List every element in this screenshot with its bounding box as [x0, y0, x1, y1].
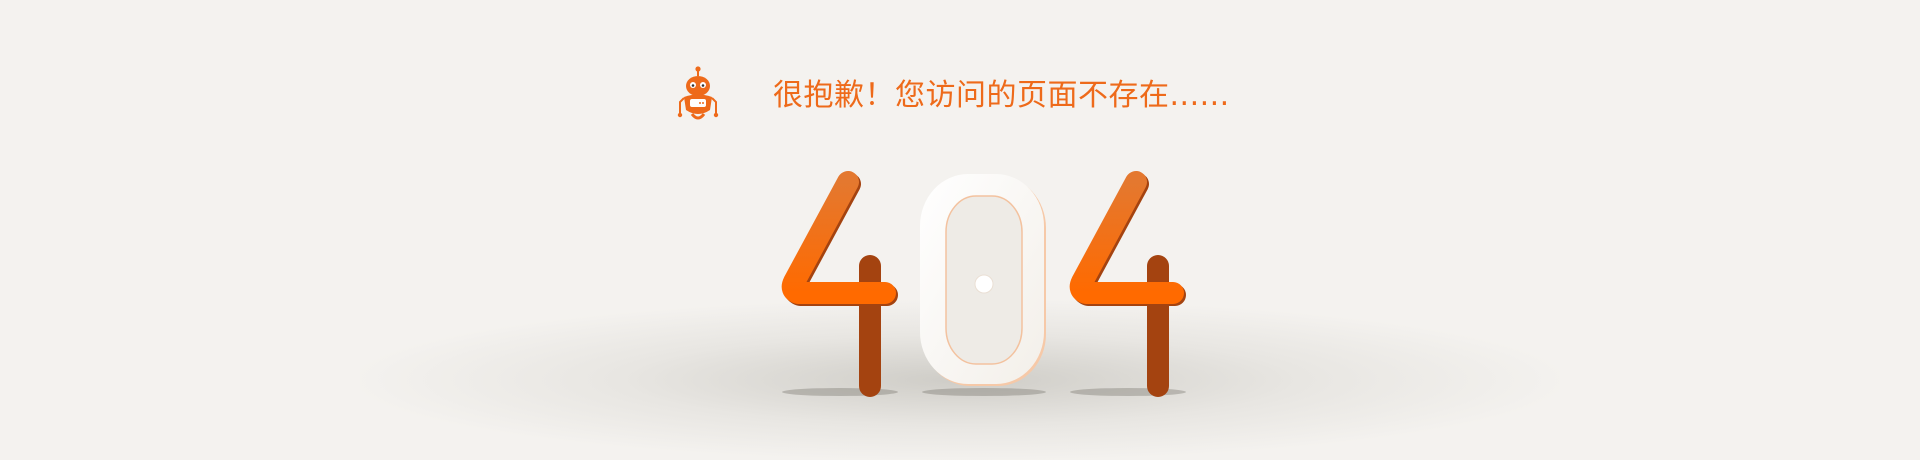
robot-icon [677, 66, 719, 120]
error-message-text: 很抱歉！您访问的页面不存在...... [773, 78, 1230, 113]
digit-four-right [1069, 171, 1186, 397]
error-code-404 [781, 171, 1186, 397]
error-message: 很抱歉！您访问的页面不存在...... [676, 66, 1230, 126]
digit-shadow [1070, 388, 1186, 396]
digit-shadow [782, 388, 898, 396]
digit-shadow [922, 388, 1046, 396]
digit-zero [920, 174, 1046, 386]
digit-four-left [781, 171, 898, 397]
